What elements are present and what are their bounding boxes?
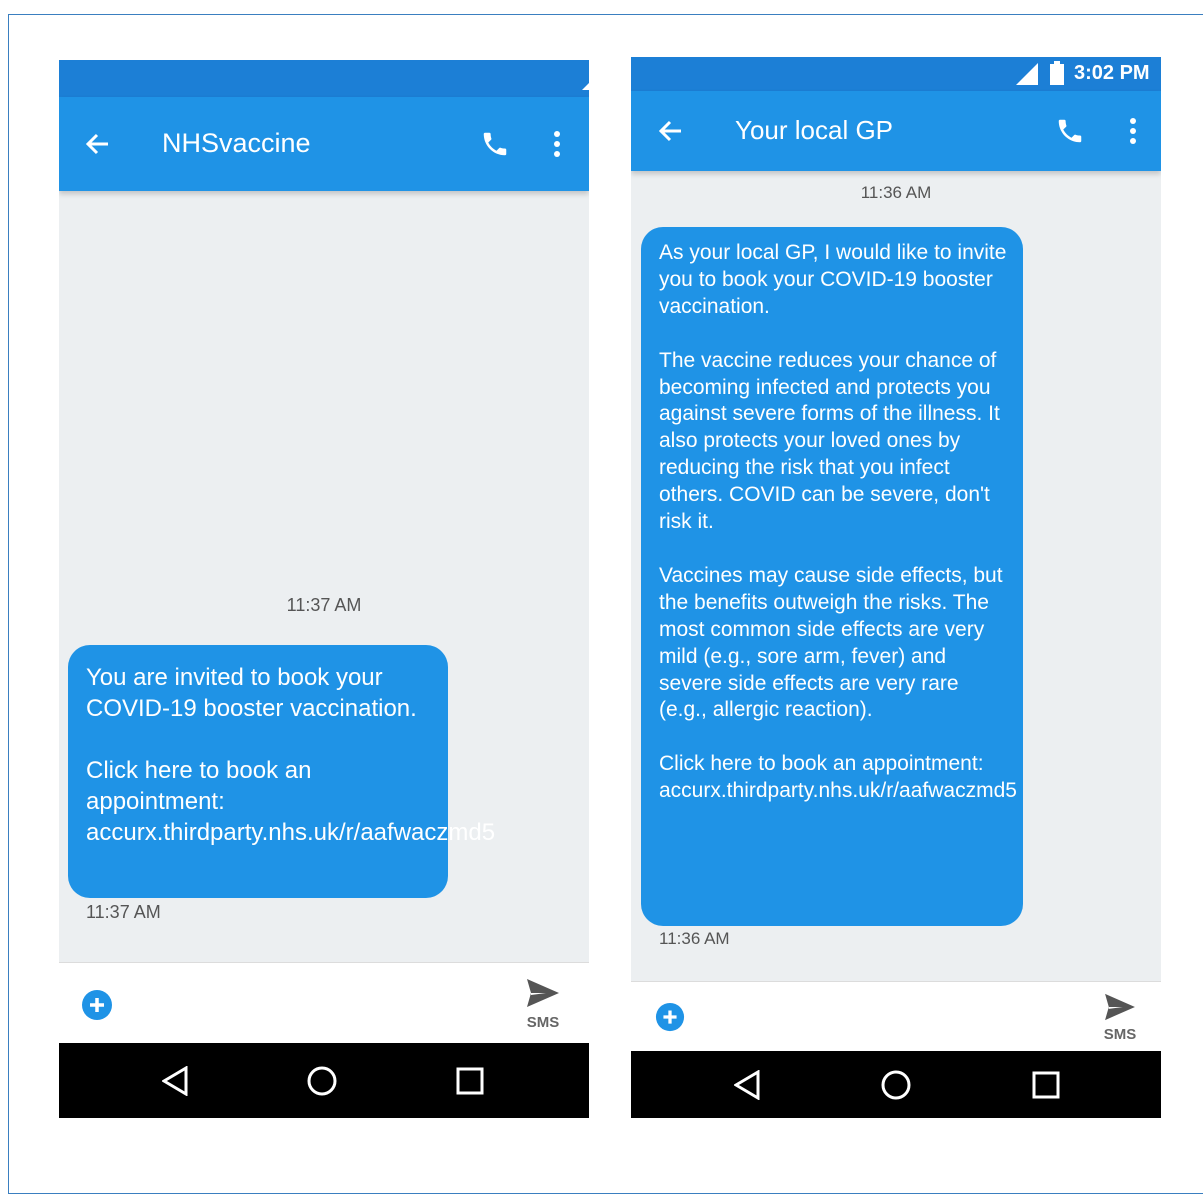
more-options-button[interactable] xyxy=(1117,111,1149,151)
back-button[interactable] xyxy=(652,111,688,151)
nav-recents-icon xyxy=(1032,1071,1060,1099)
signal-icon xyxy=(582,83,589,90)
compose-bar: SMS xyxy=(59,962,589,1044)
nav-bar xyxy=(59,1043,589,1118)
more-vert-icon xyxy=(1130,118,1136,144)
send-button[interactable]: SMS xyxy=(1098,990,1142,1046)
nav-back-icon xyxy=(162,1066,188,1096)
nav-home-icon xyxy=(307,1066,337,1096)
back-arrow-icon xyxy=(658,120,681,142)
message-bubble[interactable]: You are invited to book your COVID-19 bo… xyxy=(68,645,495,898)
phone-icon xyxy=(483,132,507,156)
send-icon xyxy=(1105,993,1135,1021)
time-divider: 11:36 AM xyxy=(860,183,932,202)
nav-home-icon xyxy=(881,1070,911,1100)
message-bubble[interactable]: As your local GP, I would like to invite… xyxy=(641,227,1023,926)
call-button[interactable] xyxy=(475,124,515,164)
nav-home-button[interactable] xyxy=(302,1061,342,1101)
more-vert-icon xyxy=(554,131,560,157)
add-circle-icon xyxy=(82,990,112,1020)
message-time: 11:36 AM xyxy=(659,929,730,948)
nav-bar xyxy=(631,1051,1161,1118)
more-options-button[interactable] xyxy=(541,124,573,164)
call-button[interactable] xyxy=(1050,111,1090,151)
nav-home-button[interactable] xyxy=(876,1065,916,1105)
contact-name: Your local GP xyxy=(735,115,894,145)
attach-button[interactable] xyxy=(79,987,115,1023)
nav-back-button[interactable] xyxy=(155,1061,195,1101)
back-button[interactable] xyxy=(79,124,115,164)
status-bar xyxy=(59,60,589,97)
nav-recents-icon xyxy=(456,1067,484,1095)
compose-bar: SMS xyxy=(631,981,1161,1052)
battery-icon xyxy=(1050,61,1064,85)
contact-name: NHSvaccine xyxy=(162,128,311,158)
status-clock: 3:02 PM xyxy=(1074,62,1150,84)
app-bar: NHSvaccine xyxy=(59,97,589,191)
time-divider: 11:37 AM xyxy=(286,595,362,615)
message-time: 11:37 AM xyxy=(86,902,161,922)
status-bar: 3:02 PM xyxy=(631,57,1161,91)
app-bar: Your local GP xyxy=(631,91,1161,171)
attach-button[interactable] xyxy=(653,1000,687,1034)
send-label: SMS xyxy=(1103,1026,1137,1043)
nav-back-button[interactable] xyxy=(727,1065,767,1105)
send-button[interactable]: SMS xyxy=(521,973,565,1035)
send-icon xyxy=(527,978,559,1007)
nav-recents-button[interactable] xyxy=(450,1061,490,1101)
left-phone: NHSvaccine 11:37 AM You are invited to b… xyxy=(59,60,589,1118)
signal-icon xyxy=(1016,63,1038,85)
phone-icon xyxy=(1058,119,1082,143)
nav-recents-button[interactable] xyxy=(1026,1065,1066,1105)
add-circle-icon xyxy=(655,1002,685,1032)
send-label: SMS xyxy=(526,1013,560,1031)
back-arrow-icon xyxy=(85,133,108,155)
nav-back-icon xyxy=(734,1070,760,1100)
right-phone: 3:02 PM Your local GP 11:36 AM As your l… xyxy=(631,57,1161,1118)
